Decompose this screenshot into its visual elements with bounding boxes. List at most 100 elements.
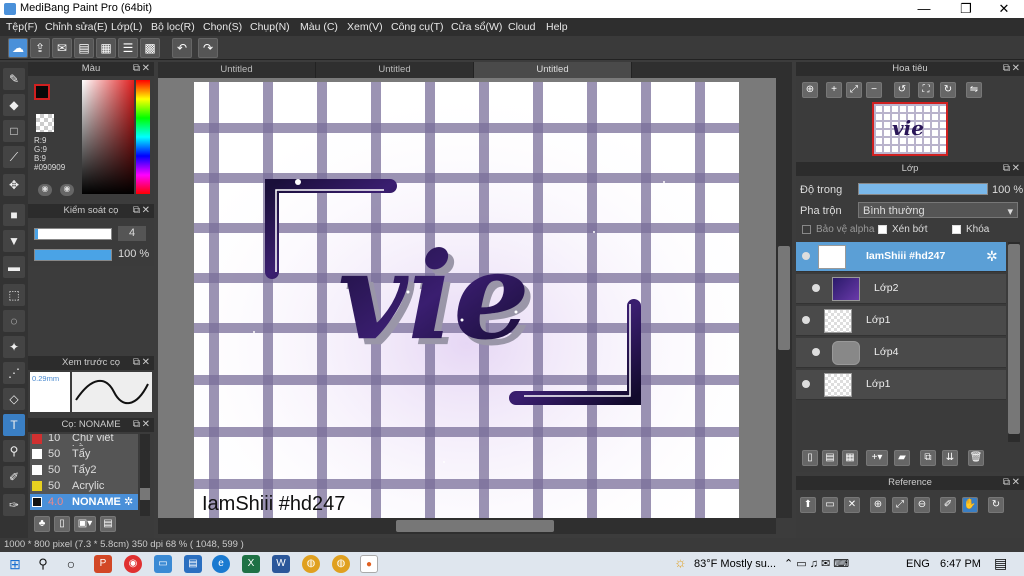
list-item[interactable]: 50 Tẩy2 xyxy=(30,462,138,478)
undock-icon[interactable]: ⧉ xyxy=(1003,476,1010,490)
gear-icon[interactable]: ✲ xyxy=(124,495,133,508)
brush-size-value[interactable]: 4 xyxy=(118,226,146,241)
undock-icon[interactable]: ⧉ xyxy=(1003,62,1010,76)
system-tray-icons[interactable]: ⌃ ▭ ♫ ✉ ⌨ xyxy=(784,557,849,570)
ref-zoom-out-icon[interactable]: ⊖ xyxy=(914,497,930,513)
palette-icon[interactable]: ◉ xyxy=(38,184,52,196)
grid-icon[interactable]: ▩ xyxy=(140,38,160,58)
dropper-tool-icon[interactable]: ✐ xyxy=(3,466,25,488)
layer-row[interactable]: IamShiii #hd247 ✲ xyxy=(796,242,1006,272)
zoom-in-icon[interactable]: ⊕ xyxy=(802,82,818,98)
folder-icon[interactable]: ▰ xyxy=(894,450,910,466)
weather-text[interactable]: 83°F Mostly su... xyxy=(694,558,776,570)
chrome2-icon[interactable]: ◍ xyxy=(332,555,350,573)
tab-untitled-3[interactable]: Untitled xyxy=(474,62,632,78)
hand-tool-icon[interactable]: ✑ xyxy=(3,494,25,516)
panel-icon[interactable]: ▦ xyxy=(96,38,116,58)
menu-color[interactable]: Màu (C) xyxy=(300,21,338,33)
excel-icon[interactable]: X xyxy=(242,555,260,573)
add-layer-menu-icon[interactable]: +▾ xyxy=(866,450,888,466)
powerpoint-icon[interactable]: P xyxy=(94,555,112,573)
rotate-left-icon[interactable]: ↺ xyxy=(894,82,910,98)
new-halftone-layer-icon[interactable]: ▤ xyxy=(822,450,838,466)
clipping-checkbox[interactable] xyxy=(878,225,887,234)
chrome-icon[interactable]: ◍ xyxy=(302,555,320,573)
lasso-tool-icon[interactable]: ◌ xyxy=(3,310,25,332)
move-tool-icon[interactable]: ✥ xyxy=(3,174,25,196)
saturation-value-picker[interactable] xyxy=(82,80,134,194)
explorer-icon[interactable]: ▤ xyxy=(184,555,202,573)
delete-layer-icon[interactable]: 🗑 xyxy=(968,450,984,466)
transparent-color-swatch[interactable] xyxy=(36,114,54,132)
layer-opacity-slider[interactable] xyxy=(858,183,988,195)
ref-rotate-icon[interactable]: ↻ xyxy=(988,497,1004,513)
layer-row[interactable]: Lớp2 xyxy=(796,274,1006,304)
close-panel-icon[interactable]: ✕ xyxy=(142,418,150,432)
menu-capture[interactable]: Chụp(N) xyxy=(250,21,290,33)
menu-layer[interactable]: Lớp(L) xyxy=(111,21,142,33)
notification-icon[interactable]: ▤ xyxy=(994,555,1007,572)
palette2-icon[interactable]: ◉ xyxy=(60,184,74,196)
layer-row[interactable]: Lớp4 xyxy=(796,338,1006,368)
artboard[interactable]: vie vie IamShiii #hd247 xyxy=(194,82,739,518)
fit-icon[interactable]: ⤢ xyxy=(846,82,862,98)
zoom-in2-icon[interactable]: + xyxy=(826,82,842,98)
brush-opacity-slider[interactable] xyxy=(34,249,112,261)
cloud-icon[interactable]: ☁ xyxy=(8,38,28,58)
list-item[interactable]: 50 Acrylic xyxy=(30,478,138,494)
brush-file-icon[interactable]: ▯ xyxy=(54,516,70,532)
select-pen-icon[interactable]: ⋰ xyxy=(3,362,25,384)
visibility-icon[interactable] xyxy=(802,252,810,260)
menu-file[interactable]: Tệp(F) xyxy=(6,21,38,33)
ref-dropper-icon[interactable]: ✐ xyxy=(940,497,956,513)
gradient-tool-icon[interactable]: ▬ xyxy=(3,256,25,278)
tab-untitled-2[interactable]: Untitled xyxy=(316,62,474,78)
search-icon[interactable]: ⚲ xyxy=(34,555,52,573)
foreground-color-swatch[interactable] xyxy=(34,84,50,100)
operation-tool-icon[interactable]: ⚲ xyxy=(3,440,25,462)
share-icon[interactable]: ⇪ xyxy=(30,38,50,58)
bucket-tool-icon[interactable]: ▼ xyxy=(3,230,25,252)
app-red-icon[interactable]: ◉ xyxy=(124,555,142,573)
list-item[interactable]: 50 Tẩy xyxy=(30,446,138,462)
close-button[interactable]: ✕ xyxy=(984,0,1024,18)
edge-icon[interactable]: e xyxy=(212,555,230,573)
menu-view[interactable]: Xem(V) xyxy=(347,21,383,33)
layer-row[interactable]: Lớp1 xyxy=(796,370,1006,400)
fill-rect-tool-icon[interactable]: ■ xyxy=(3,204,25,226)
brush-settings-icon[interactable]: ▤ xyxy=(100,516,116,532)
menu-tools[interactable]: Công cụ(T) xyxy=(391,21,444,33)
list-item[interactable]: 4.0 NONAME ✲ xyxy=(30,494,138,510)
eraser-tool-icon[interactable]: ◆ xyxy=(3,94,25,116)
blend-mode-select[interactable]: Bình thường ▾ xyxy=(858,202,1018,218)
ref-zoom-in-icon[interactable]: ⊕ xyxy=(870,497,886,513)
language-indicator[interactable]: ENG xyxy=(906,558,930,570)
list-icon[interactable]: ☰ xyxy=(118,38,138,58)
layer-list-scrollbar[interactable] xyxy=(1008,242,1020,442)
gear-icon[interactable]: ✲ xyxy=(986,248,998,265)
brush-size-slider[interactable] xyxy=(34,228,112,240)
line-tool-icon[interactable]: ⟋ xyxy=(3,146,25,168)
menu-cloud[interactable]: Cloud xyxy=(508,21,535,33)
duplicate-layer-icon[interactable]: ⧉ xyxy=(920,450,936,466)
word-icon[interactable]: W xyxy=(272,555,290,573)
canvas-horizontal-scrollbar[interactable] xyxy=(158,518,776,534)
navigator-thumbnail[interactable]: vie xyxy=(872,102,948,156)
shape-tool-icon[interactable]: □ xyxy=(3,120,25,142)
tab-untitled-1[interactable]: Untitled xyxy=(158,62,316,78)
menu-edit[interactable]: Chỉnh sửa(E) xyxy=(45,21,107,33)
flip-icon[interactable]: ⇋ xyxy=(966,82,982,98)
ref-hand-icon[interactable]: ✋ xyxy=(962,497,978,513)
visibility-icon[interactable] xyxy=(812,284,820,292)
ref-fit-icon[interactable]: ⤢ xyxy=(892,497,908,513)
list-item[interactable]: 10Chữ viết bằng xyxy=(30,434,138,456)
windows-start-icon[interactable]: ⊞ xyxy=(6,555,24,573)
brush-add-icon[interactable]: ♣ xyxy=(34,516,50,532)
rotate-right-icon[interactable]: ↻ xyxy=(940,82,956,98)
monitor-icon[interactable]: ▭ xyxy=(154,555,172,573)
menu-help[interactable]: Help xyxy=(546,21,568,33)
brush-list-scrollbar[interactable] xyxy=(140,434,150,516)
minimize-button[interactable]: — xyxy=(904,0,944,18)
undock-icon[interactable]: ⧉ xyxy=(133,204,140,218)
undock-icon[interactable]: ⧉ xyxy=(133,62,140,76)
